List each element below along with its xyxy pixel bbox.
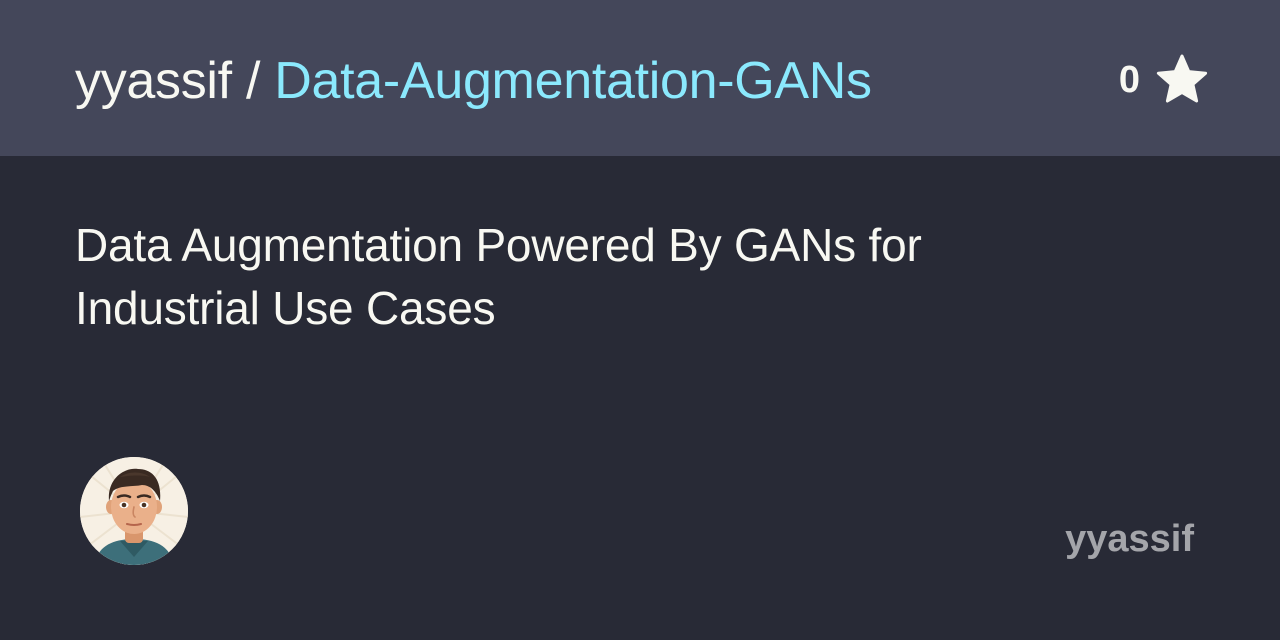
card-header: yyassif / Data-Augmentation-GANs 0 xyxy=(0,0,1280,156)
avatar[interactable] xyxy=(80,457,188,565)
description-line-2: Industrial Use Cases xyxy=(75,282,496,334)
repo-social-card: yyassif / Data-Augmentation-GANs 0 Data … xyxy=(0,0,1280,640)
repo-owner[interactable]: yyassif xyxy=(75,52,232,110)
description-line-1: Data Augmentation Powered By GANs for xyxy=(75,219,922,271)
repo-name[interactable]: Data-Augmentation-GANs xyxy=(274,52,872,110)
repo-path: yyassif / Data-Augmentation-GANs xyxy=(75,50,872,112)
repo-description: Data Augmentation Powered By GANs for In… xyxy=(75,214,1115,340)
avatar-icon xyxy=(80,457,188,565)
star-count: 0 xyxy=(1118,59,1140,101)
star-icon xyxy=(1156,54,1208,103)
star-counter[interactable]: 0 xyxy=(1119,52,1210,108)
repo-path-separator: / xyxy=(231,52,275,110)
footer-username[interactable]: yyassif xyxy=(1065,516,1194,562)
